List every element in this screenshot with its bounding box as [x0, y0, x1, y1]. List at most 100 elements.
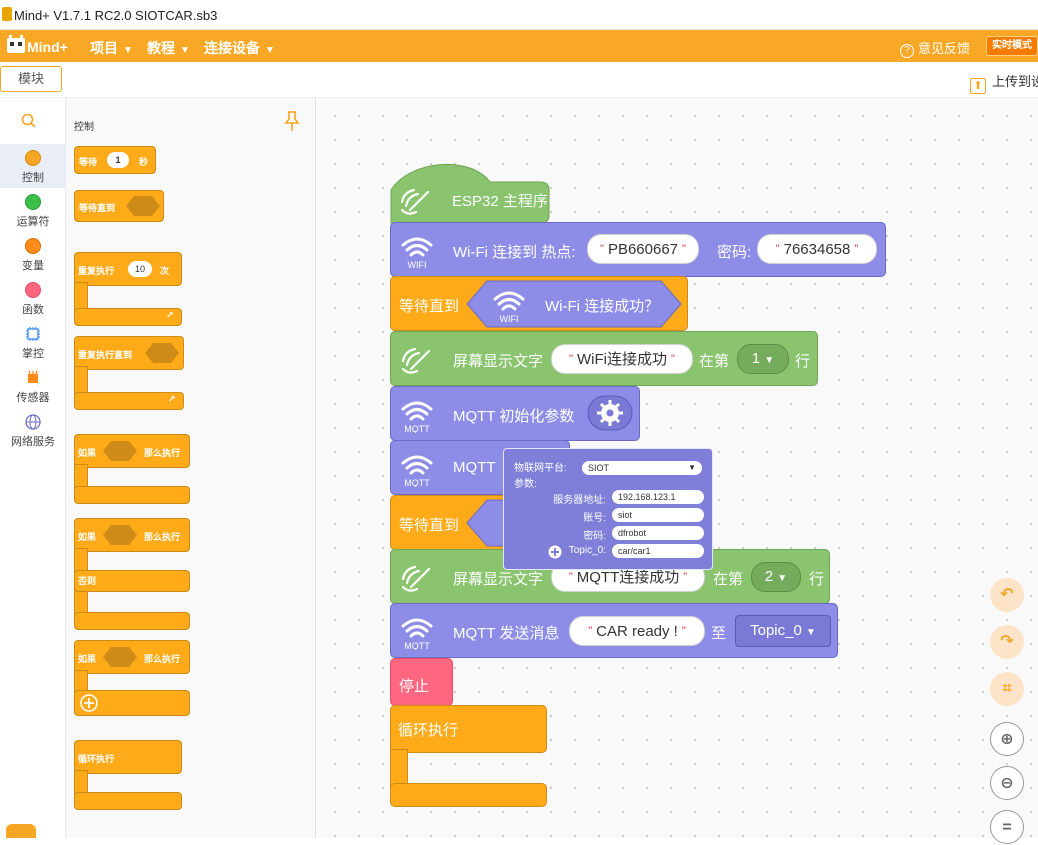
- extensions-button[interactable]: [6, 824, 36, 838]
- chevron-down-icon: ▼: [688, 463, 696, 472]
- chevron-down-icon: ▼: [123, 45, 133, 56]
- mode-toggle[interactable]: 实时模式: [986, 36, 1038, 56]
- wifi-icon: WIFI: [401, 237, 433, 269]
- crop-button[interactable]: ⌗: [990, 672, 1024, 706]
- feedback-label: 意见反馈: [918, 41, 971, 56]
- category-network-label: 网络服务: [11, 436, 55, 448]
- chevron-down-icon: ▼: [265, 45, 275, 56]
- control-dot-icon: [25, 150, 41, 166]
- else-label: 否则: [78, 576, 97, 586]
- mqtt-send-label: MQTT 发送消息: [453, 625, 560, 642]
- block-palette: 控制 等待 1 秒 等待直到 重复执行 10 次 ↗ 重复执行直到 ↗ 如果 那…: [66, 98, 316, 838]
- esp32-hand-icon: [401, 565, 431, 592]
- search-icon[interactable]: [20, 112, 38, 130]
- mindplus-logo[interactable]: Mind+: [6, 34, 76, 58]
- then-label: 那么执行: [144, 532, 181, 542]
- tab-blocks[interactable]: 模块: [0, 66, 62, 92]
- palette-if-else-block[interactable]: 如果 那么执行 否则: [74, 518, 192, 630]
- platform-select[interactable]: SIOT ▼: [582, 461, 702, 475]
- sensor-icon: [28, 370, 38, 383]
- password-label: 密码:: [717, 244, 752, 261]
- message-input[interactable]: " CAR ready ! ": [569, 616, 705, 646]
- topic-input[interactable]: car/car1: [612, 544, 704, 558]
- screen-text-block-1[interactable]: 屏幕显示文字 " WiFi连接成功 " 在第 1 ▼ 行: [390, 331, 818, 386]
- pin-icon[interactable]: [284, 110, 300, 132]
- zoom-in-button[interactable]: ⊕: [990, 722, 1024, 756]
- esp32-main-hat-block[interactable]: ESP32 主程序: [390, 160, 550, 224]
- menu-project[interactable]: 项目 ▼: [90, 38, 133, 58]
- palette-forever-block[interactable]: 循环执行: [74, 740, 184, 810]
- category-operators[interactable]: 运算符: [0, 188, 66, 232]
- account-label: 账号:: [583, 513, 606, 524]
- zoom-out-button[interactable]: ⊖: [990, 766, 1024, 800]
- server-input[interactable]: 192.168.123.1: [612, 490, 704, 504]
- category-sensors[interactable]: 传感器: [0, 364, 66, 408]
- globe-icon: [25, 414, 41, 430]
- palette-wait-block[interactable]: 等待 1 秒: [74, 146, 156, 174]
- wifi-connected-label: Wi-Fi 连接成功？: [545, 298, 660, 315]
- palette-repeat-block[interactable]: 重复执行 10 次 ↗: [74, 252, 184, 326]
- wait-until-wifi-block[interactable]: 等待直到 WIFI Wi-Fi 连接成功？: [390, 276, 688, 331]
- add-branch-icon[interactable]: [80, 694, 98, 712]
- stop-block[interactable]: 停止: [390, 658, 453, 706]
- mqtt-init-block[interactable]: MQTT MQTT 初始化参数: [390, 386, 640, 441]
- zoom-in-icon: ⊕: [1000, 731, 1014, 748]
- category-sidebar: 控制 运算符 变量 函数 掌控 传感器 网络服务: [0, 98, 66, 838]
- ssid-input[interactable]: " PB660667 ": [587, 234, 699, 264]
- chip-icon: [26, 327, 40, 341]
- mqtt-send-block[interactable]: MQTT MQTT 发送消息 " CAR ready ! " 至 Topic_0 ▼: [390, 603, 838, 658]
- undo-button[interactable]: ↶: [990, 578, 1024, 612]
- menu-connect-device[interactable]: 连接设备 ▼: [204, 38, 275, 58]
- upload-button[interactable]: ⬆ 上传到设: [970, 71, 1038, 94]
- forever-block[interactable]: 循环执行: [390, 705, 548, 807]
- account-input[interactable]: siot: [612, 508, 704, 522]
- wait-value-input[interactable]: 1: [107, 152, 129, 168]
- undo-icon: ↶: [1000, 586, 1014, 603]
- row-dropdown[interactable]: 2 ▼: [751, 562, 801, 592]
- pw-input[interactable]: dfrobot: [612, 526, 704, 540]
- wifi-connect-label: Wi-Fi 连接到 热点:: [453, 244, 576, 261]
- svg-text:MQTT: MQTT: [404, 641, 430, 650]
- boolean-slot: [103, 441, 137, 461]
- row-dropdown[interactable]: 1 ▼: [737, 344, 789, 374]
- password-input[interactable]: " 76634658 ": [757, 234, 877, 264]
- redo-icon: ↷: [1000, 633, 1014, 650]
- wait-unit: 秒: [139, 157, 149, 167]
- category-control[interactable]: 控制: [0, 144, 66, 188]
- feedback-button[interactable]: ? 意见反馈: [900, 38, 970, 58]
- palette-if-plus-block[interactable]: 如果 那么执行: [74, 640, 192, 716]
- category-functions[interactable]: 函数: [0, 276, 66, 320]
- wait-until-label: 等待直到: [399, 517, 460, 534]
- category-control-label: 控制: [22, 172, 44, 184]
- redo-button[interactable]: ↷: [990, 625, 1024, 659]
- toolbar: 模块 ⬆ 上传到设: [0, 62, 1038, 98]
- palette-wait-until-block[interactable]: 等待直到: [74, 190, 164, 222]
- menu-connect-label: 连接设备: [204, 40, 260, 56]
- category-variables[interactable]: 变量: [0, 232, 66, 276]
- mqtt-connect-label: MQTT: [453, 459, 496, 476]
- app-icon: [2, 7, 12, 21]
- category-network[interactable]: 网络服务: [0, 408, 66, 452]
- repeat-label: 重复执行: [78, 266, 115, 276]
- topic-label: Topic_0:: [568, 545, 606, 556]
- wifi-connect-block[interactable]: WIFI Wi-Fi 连接到 热点: " PB660667 " 密码: " 76634…: [390, 222, 886, 277]
- stop-label: 停止: [399, 678, 430, 695]
- menu-tutorial[interactable]: 教程 ▼: [147, 38, 190, 58]
- svg-text:MQTT: MQTT: [404, 424, 430, 433]
- palette-if-block[interactable]: 如果 那么执行: [74, 434, 192, 504]
- repeat-until-label: 重复执行直到: [78, 350, 133, 360]
- repeat-value-input[interactable]: 10: [128, 261, 152, 277]
- repeat-unit: 次: [160, 266, 170, 276]
- menu-project-label: 项目: [90, 40, 118, 56]
- menu-bar: Mind+ 项目 ▼ 教程 ▼ 连接设备 ▼ ? 意见反馈 实时模式: [0, 30, 1038, 62]
- forever-label: 循环执行: [78, 754, 115, 764]
- screen-text-input[interactable]: " WiFi连接成功 ": [551, 344, 693, 374]
- settings-gear-icon[interactable]: [587, 395, 633, 431]
- pw-label: 密码:: [583, 531, 606, 542]
- zoom-reset-button[interactable]: =: [990, 810, 1024, 844]
- palette-repeat-until-block[interactable]: 重复执行直到 ↗: [74, 336, 186, 410]
- category-handpy[interactable]: 掌控: [0, 320, 66, 364]
- topic-dropdown[interactable]: Topic_0 ▼: [735, 615, 831, 647]
- category-variables-label: 变量: [22, 260, 44, 272]
- platform-label: 物联网平台:: [514, 463, 567, 474]
